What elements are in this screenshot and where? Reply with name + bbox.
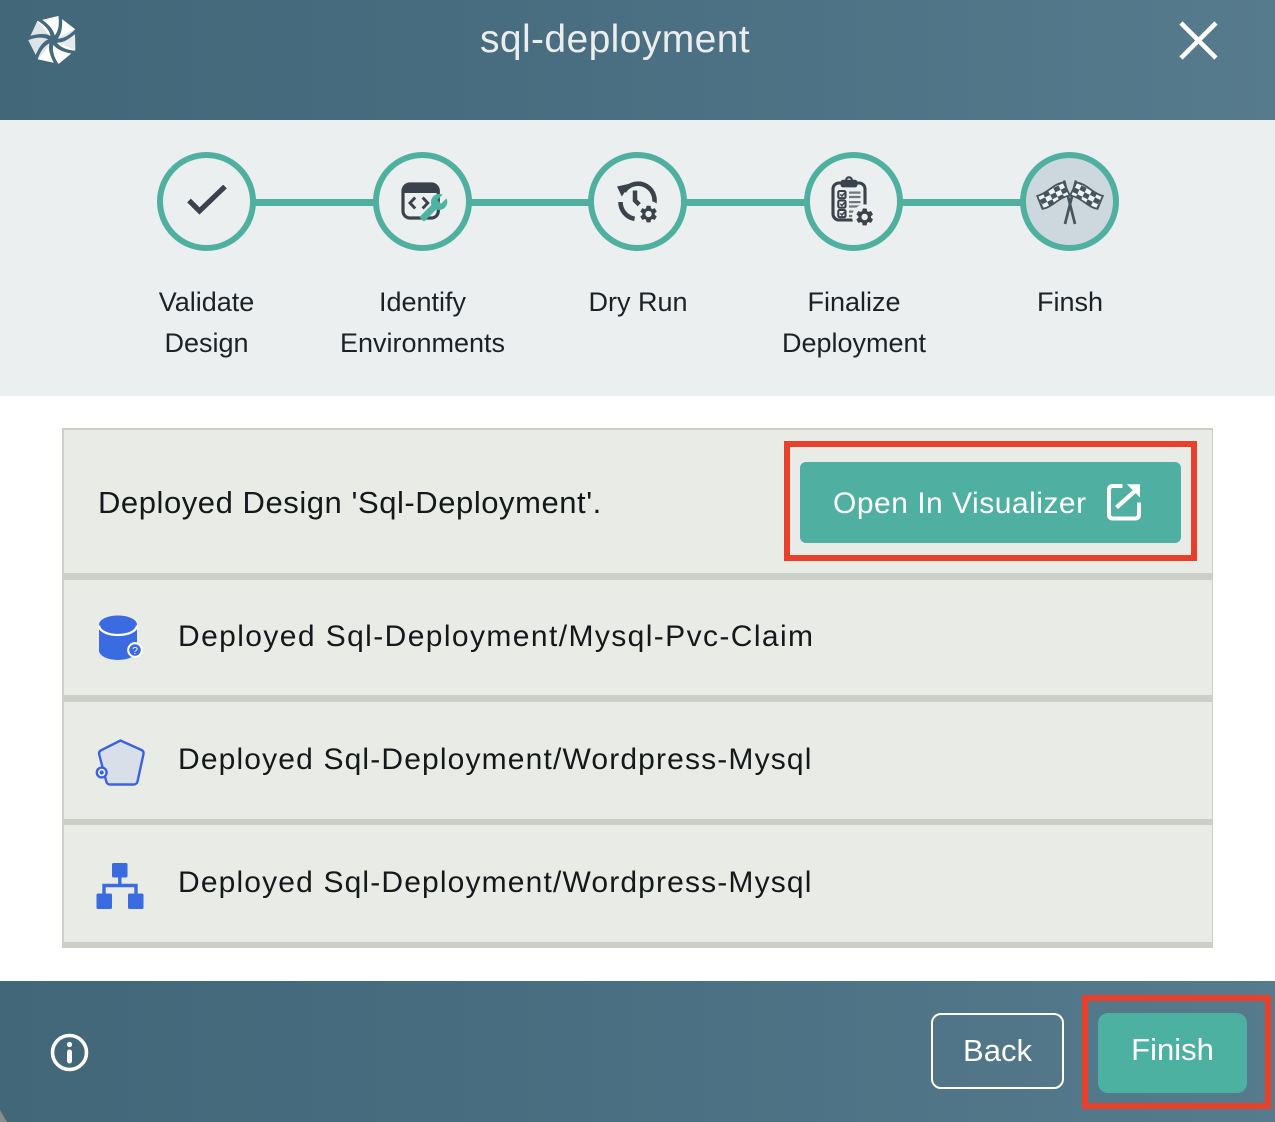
svg-text:?: ? xyxy=(132,645,138,657)
